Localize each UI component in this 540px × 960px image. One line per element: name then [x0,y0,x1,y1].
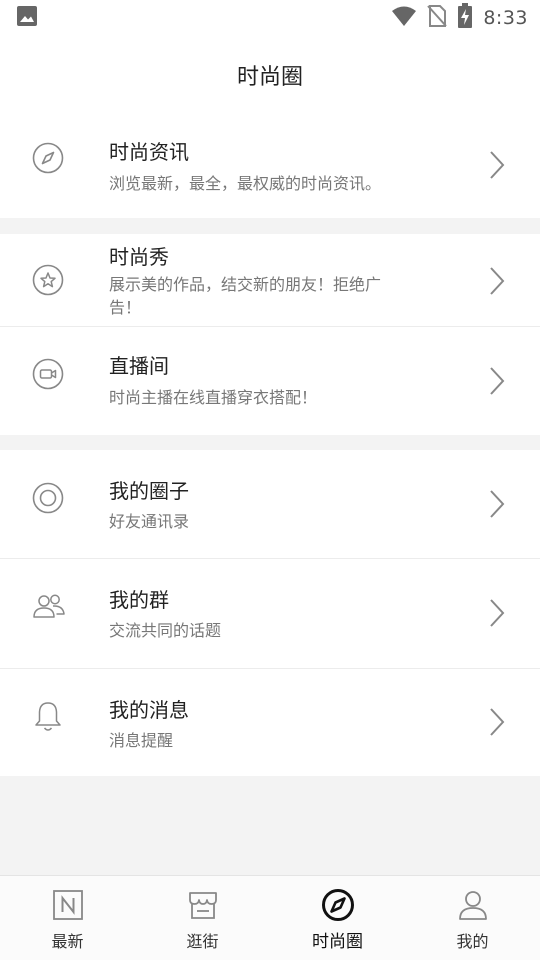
menu-item-title: 直播间 [109,354,169,378]
battery-charging-icon [457,3,473,33]
tab-label: 逛街 [186,932,219,951]
menu-group-show: 时尚秀 展示美的作品，结交新的朋友！拒绝广告！ 直播间 时尚主播在线直播穿衣搭配… [0,234,540,435]
menu-item-subtitle: 好友通讯录 [109,512,190,531]
chevron-right-icon [486,366,508,396]
menu-item-fashion-show[interactable]: 时尚秀 展示美的作品，结交新的朋友！拒绝广告！ [0,234,540,326]
menu-item-title: 我的群 [109,588,169,612]
tab-fashion-circle[interactable]: 时尚圈 [270,876,405,960]
menu-item-live-room[interactable]: 直播间 时尚主播在线直播穿衣搭配！ [0,327,540,435]
menu-item-subtitle: 展示美的作品，结交新的朋友！拒绝广告！ [109,275,382,317]
chevron-right-icon [486,489,508,519]
circle-target-icon [32,482,64,514]
menu-item-subtitle: 时尚主播在线直播穿衣搭配！ [109,388,318,407]
menu-group-news: 时尚资讯 浏览最新，最全，最权威的时尚资讯。 [0,118,540,218]
menu-item-my-messages[interactable]: 我的消息 消息提醒 [0,669,540,776]
star-circle-icon [32,264,64,296]
menu-group-mine: 我的圈子 好友通讯录 我的群 交流共同的话题 我的消息 消息提醒 [0,450,540,776]
status-bar: 8:33 [0,0,540,36]
store-icon [186,888,220,922]
people-icon [32,590,65,622]
menu-item-title: 时尚秀 [109,245,169,269]
compass-icon [32,142,64,174]
bell-icon [32,700,64,732]
menu-item-my-circle[interactable]: 我的圈子 好友通讯录 [0,450,540,558]
wifi-icon [391,5,417,31]
status-time: 8:33 [483,7,528,29]
chevron-right-icon [486,266,508,296]
page-title: 时尚圈 [236,65,303,90]
menu-item-fashion-news[interactable]: 时尚资讯 浏览最新，最全，最权威的时尚资讯。 [0,118,540,218]
menu-item-title: 我的消息 [109,698,189,722]
video-camera-icon [32,358,64,390]
tab-mine[interactable]: 我的 [405,876,540,960]
gallery-icon [16,5,38,31]
menu-item-subtitle: 浏览最新，最全，最权威的时尚资讯。 [109,174,382,193]
chevron-right-icon [486,150,508,180]
tab-latest[interactable]: 最新 [0,876,135,960]
no-sim-icon [427,4,448,32]
tab-label: 最新 [51,932,84,951]
chevron-right-icon [486,707,508,737]
menu-item-my-group[interactable]: 我的群 交流共同的话题 [0,559,540,668]
title-bar: 时尚圈 [0,36,540,118]
chevron-right-icon [486,598,508,628]
menu-item-title: 时尚资讯 [109,140,189,164]
news-n-icon [51,888,85,922]
compass-filled-icon [321,888,355,922]
person-icon [456,888,490,922]
menu-item-subtitle: 消息提醒 [109,731,174,750]
tab-label: 时尚圈 [312,932,363,952]
tab-shopping[interactable]: 逛街 [135,876,270,960]
tab-label: 我的 [456,932,489,951]
menu-item-title: 我的圈子 [109,479,189,503]
bottom-tab-bar: 最新 逛街 时尚圈 我的 [0,875,540,960]
menu-item-subtitle: 交流共同的话题 [109,621,222,640]
